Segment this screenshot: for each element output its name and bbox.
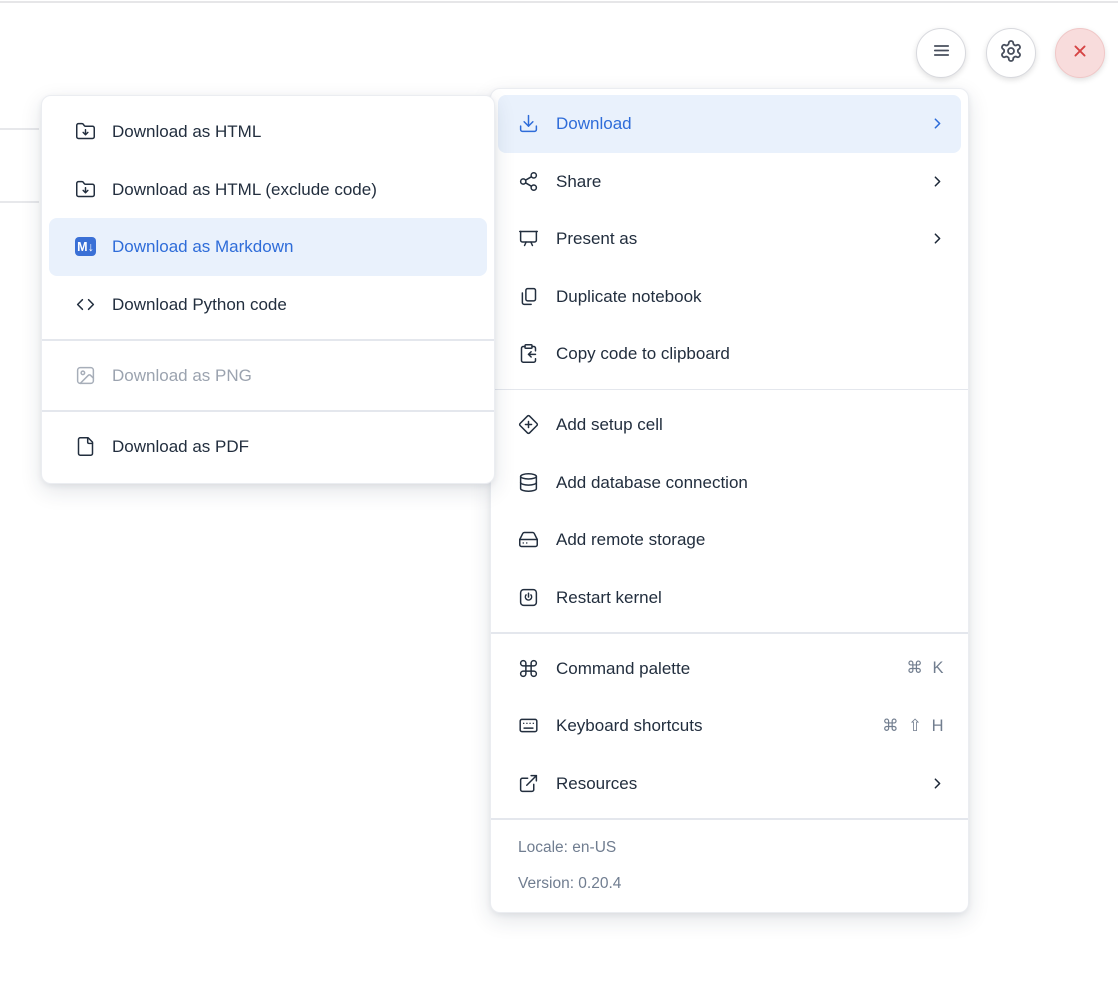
menu-item-label: Add remote storage	[556, 531, 705, 548]
cell-border-stub-1	[0, 128, 39, 130]
diamond-plus-icon	[518, 414, 539, 435]
submenu-item-download-html[interactable]: Download as HTML	[49, 103, 487, 161]
file-icon	[75, 436, 96, 457]
menu-separator	[491, 389, 968, 391]
menu-item-label: Command palette	[556, 660, 690, 677]
submenu-item-label: Download as Markdown	[112, 238, 293, 255]
menu-item-resources[interactable]: Resources	[498, 755, 961, 813]
cell-border-stub-2	[0, 201, 39, 203]
chevron-right-icon	[929, 115, 946, 132]
main-menu: Download Share Present as Duplicate note…	[490, 88, 969, 913]
menu-item-present-as[interactable]: Present as	[498, 210, 961, 268]
submenu-item-label: Download as HTML	[112, 123, 261, 140]
code-icon	[75, 294, 96, 315]
markdown-badge-icon: M↓	[75, 236, 96, 257]
markdown-badge-text: M↓	[75, 237, 96, 256]
menu-footer: Locale: en-US Version: 0.20.4	[491, 826, 968, 912]
clipboard-copy-icon	[518, 343, 539, 364]
page-top-border	[0, 1, 1118, 3]
menu-item-label: Copy code to clipboard	[556, 345, 730, 362]
folder-down-icon	[75, 121, 96, 142]
shortcut-hint: ⌘ ⇧ H	[882, 718, 946, 735]
close-button[interactable]	[1055, 28, 1105, 78]
submenu-item-label: Download Python code	[112, 296, 287, 313]
submenu-item-download-html-exclude-code[interactable]: Download as HTML (exclude code)	[49, 161, 487, 219]
menu-item-restart-kernel[interactable]: Restart kernel	[498, 569, 961, 627]
menu-icon	[930, 39, 953, 67]
image-icon	[75, 365, 96, 386]
version-text: Version: 0.20.4	[491, 866, 968, 902]
folder-down-icon	[75, 179, 96, 200]
chevron-right-icon	[929, 230, 946, 247]
close-icon	[1069, 40, 1091, 67]
locale-text: Locale: en-US	[491, 830, 968, 866]
shortcut-hint: ⌘ K	[906, 660, 946, 677]
database-icon	[518, 472, 539, 493]
settings-button[interactable]	[986, 28, 1036, 78]
submenu-item-download-png[interactable]: Download as PNG	[49, 347, 487, 405]
submenu-item-download-python[interactable]: Download Python code	[49, 276, 487, 334]
chevron-right-icon	[929, 173, 946, 190]
submenu-item-label: Download as PNG	[112, 367, 252, 384]
hamburger-menu-button[interactable]	[916, 28, 966, 78]
download-submenu: Download as HTML Download as HTML (exclu…	[41, 95, 495, 484]
menu-item-copy-code[interactable]: Copy code to clipboard	[498, 325, 961, 383]
menu-item-label: Restart kernel	[556, 589, 662, 606]
menu-separator	[491, 818, 968, 820]
chevron-right-icon	[929, 775, 946, 792]
menu-item-command-palette[interactable]: Command palette ⌘ K	[498, 640, 961, 698]
menu-item-keyboard-shortcuts[interactable]: Keyboard shortcuts ⌘ ⇧ H	[498, 697, 961, 755]
menu-item-add-remote-storage[interactable]: Add remote storage	[498, 511, 961, 569]
hard-drive-icon	[518, 529, 539, 550]
menu-item-label: Resources	[556, 775, 637, 792]
command-icon	[518, 658, 539, 679]
menu-item-add-setup-cell[interactable]: Add setup cell	[498, 396, 961, 454]
settings-icon	[999, 39, 1023, 68]
menu-item-label: Add setup cell	[556, 416, 663, 433]
menu-item-download[interactable]: Download	[498, 95, 961, 153]
menu-item-label: Share	[556, 173, 601, 190]
submenu-separator	[42, 339, 494, 341]
submenu-separator	[42, 410, 494, 412]
menu-item-duplicate-notebook[interactable]: Duplicate notebook	[498, 268, 961, 326]
share-icon	[518, 171, 539, 192]
menu-item-add-database[interactable]: Add database connection	[498, 454, 961, 512]
duplicate-icon	[518, 286, 539, 307]
power-icon	[518, 587, 539, 608]
submenu-item-download-pdf[interactable]: Download as PDF	[49, 418, 487, 476]
submenu-item-label: Download as HTML (exclude code)	[112, 181, 377, 198]
menu-item-label: Duplicate notebook	[556, 288, 702, 305]
download-icon	[518, 113, 539, 134]
external-link-icon	[518, 773, 539, 794]
menu-item-label: Add database connection	[556, 474, 748, 491]
menu-item-share[interactable]: Share	[498, 153, 961, 211]
submenu-item-label: Download as PDF	[112, 438, 249, 455]
menu-item-label: Keyboard shortcuts	[556, 717, 702, 734]
menu-item-label: Download	[556, 115, 632, 132]
keyboard-icon	[518, 715, 539, 736]
submenu-item-download-markdown[interactable]: M↓ Download as Markdown	[49, 218, 487, 276]
presentation-icon	[518, 228, 539, 249]
menu-separator	[491, 632, 968, 634]
menu-item-label: Present as	[556, 230, 637, 247]
